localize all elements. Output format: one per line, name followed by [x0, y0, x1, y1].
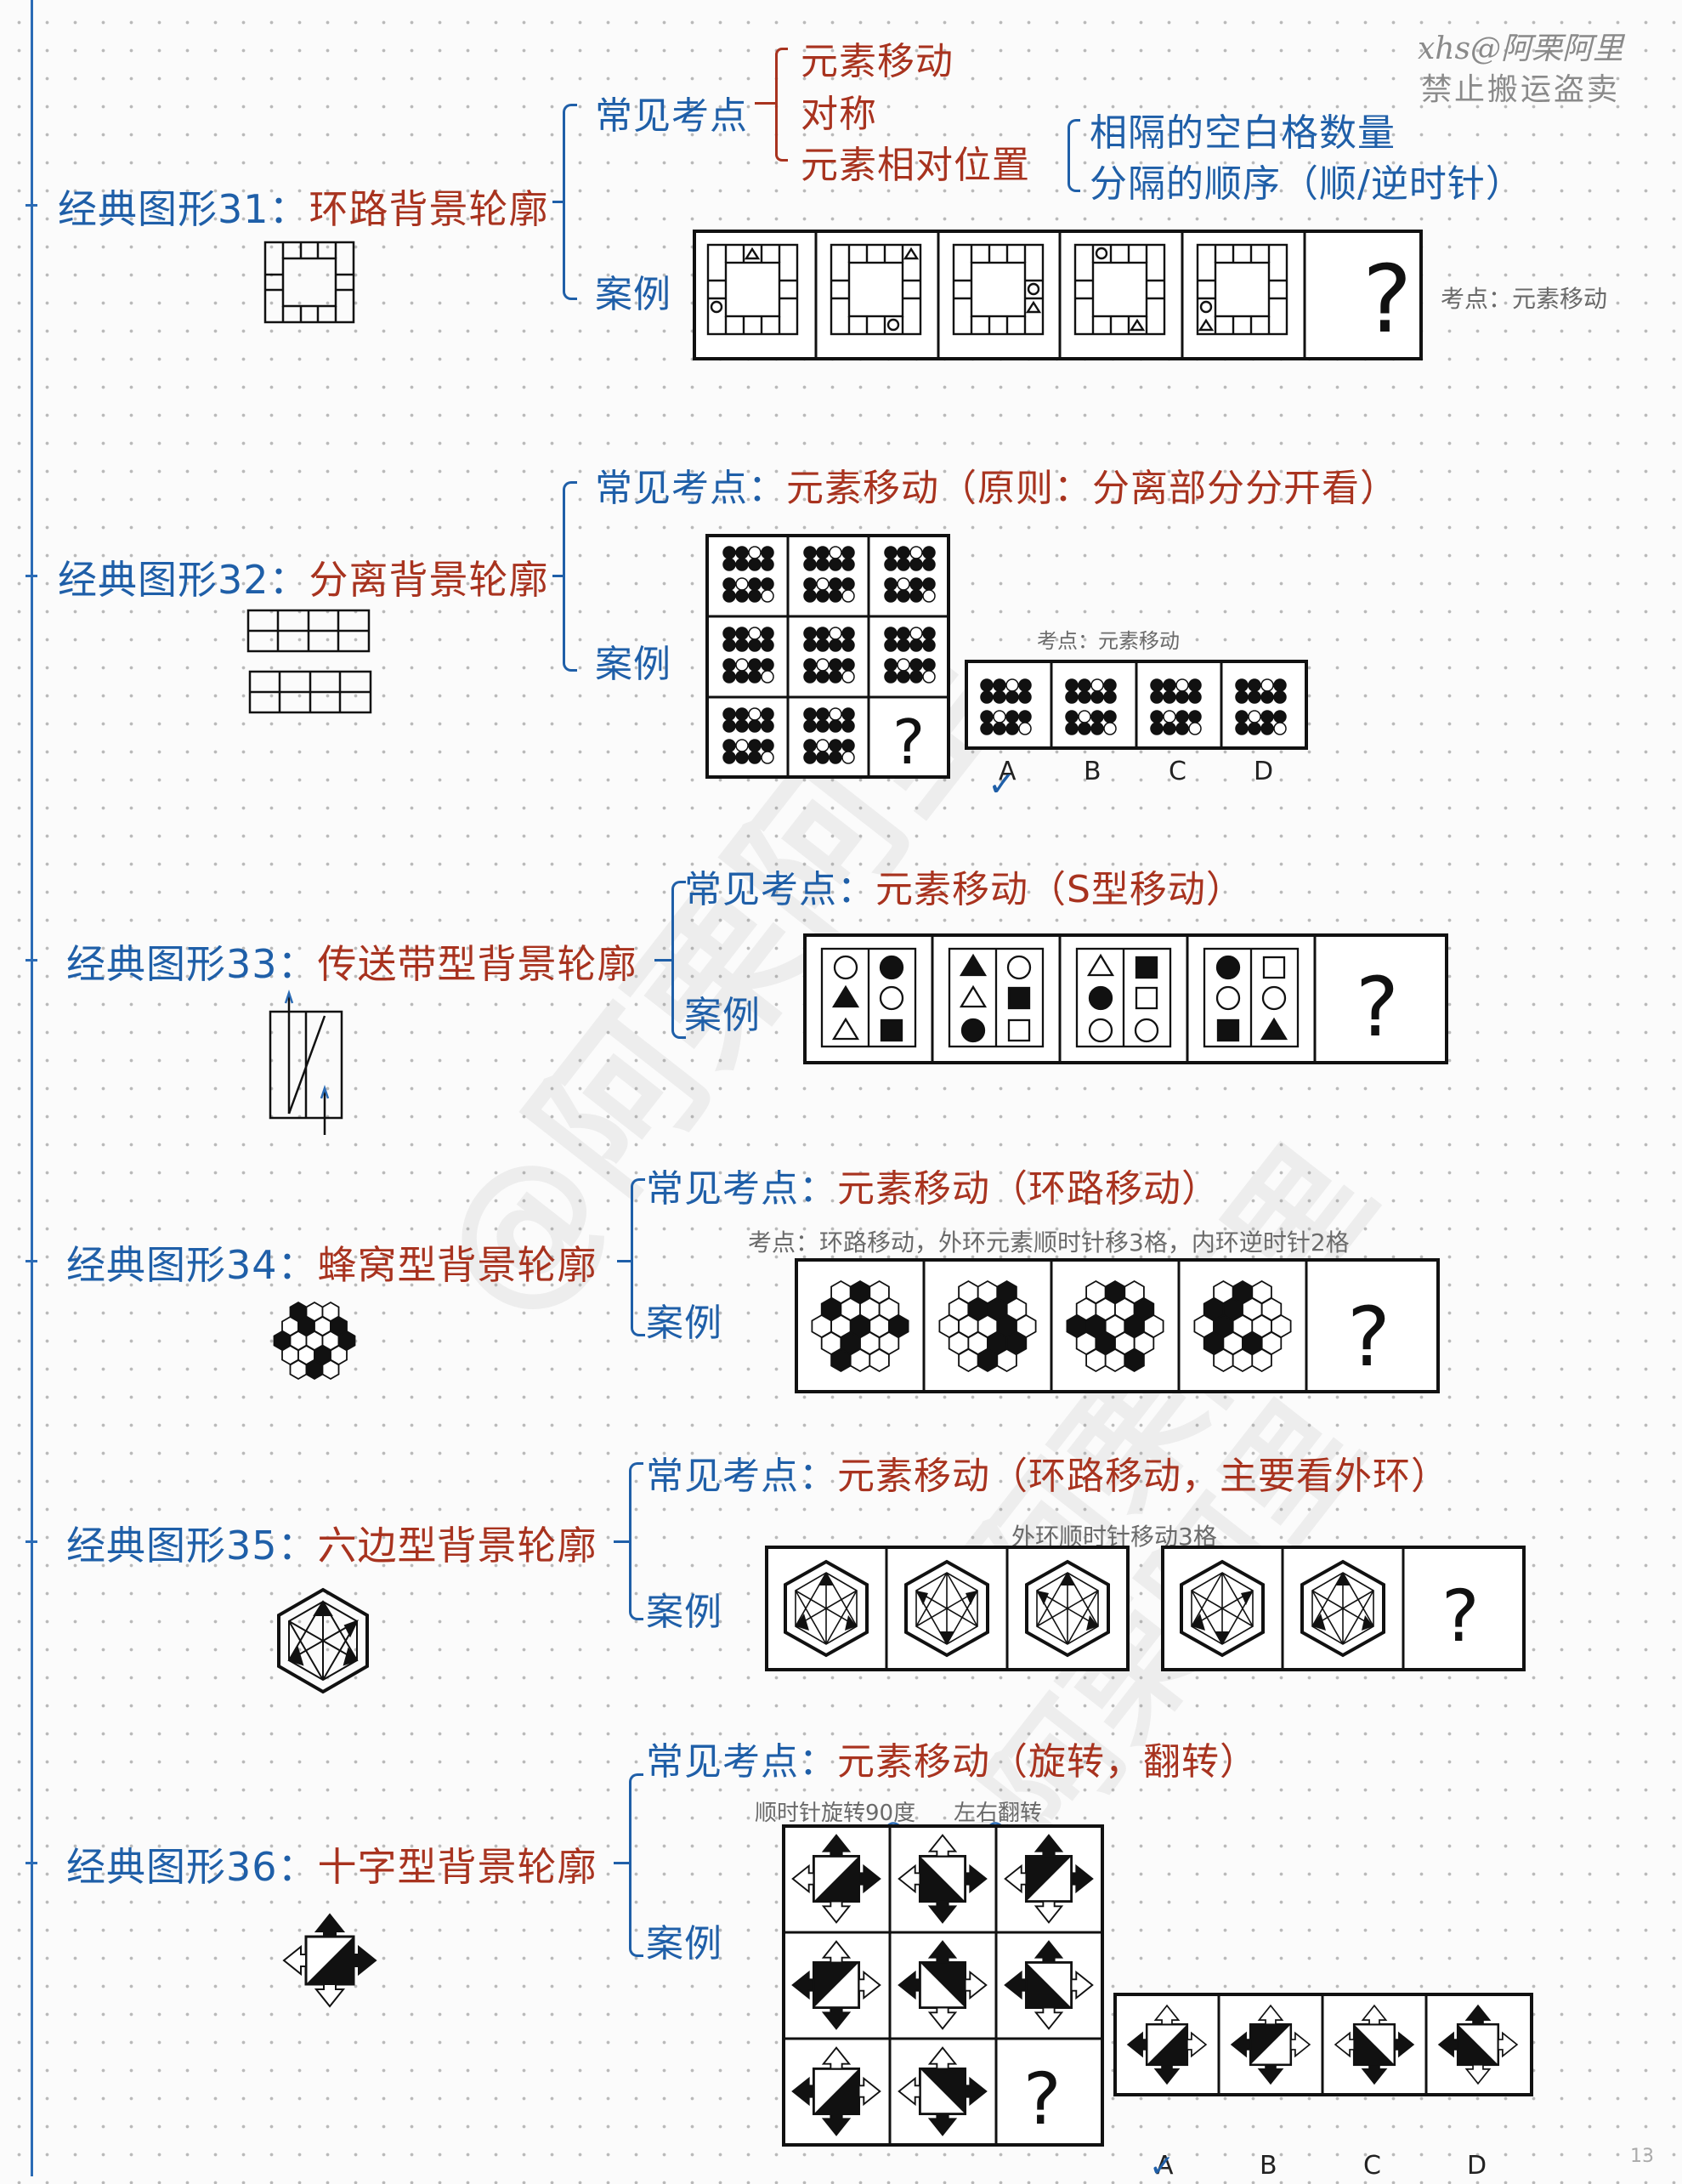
svg-text:?: ?	[1023, 2057, 1062, 2141]
common-points: 常见考点：元素移动（环路移动）	[646, 1167, 1220, 1211]
case-36-matrix: ?	[782, 1824, 1104, 2147]
bracket	[631, 1178, 645, 1336]
section-tick	[25, 204, 37, 207]
bracket-stem	[552, 201, 563, 203]
conveyor-icon	[269, 990, 343, 1135]
section-tick	[25, 1862, 37, 1864]
case-label: 案例	[646, 1922, 722, 1966]
point-item: 元素相对位置	[801, 144, 1030, 187]
section-tick	[25, 575, 37, 577]
section-32-title: 经典图形32：分离背景轮廓	[58, 557, 549, 603]
section-34-title: 经典图形34：蜂窝型背景轮廓	[66, 1242, 597, 1288]
case-32-matrix: ?	[705, 534, 950, 779]
common-points: 常见考点：元素移动（旋转，翻转）	[646, 1740, 1258, 1784]
bracket	[629, 1773, 643, 1957]
case-label: 案例	[684, 994, 761, 1037]
common-points: 常见考点：元素移动（原则：分离部分分开看）	[595, 467, 1398, 510]
correct-check-icon: ✓	[988, 765, 1017, 804]
svg-text:?: ?	[1356, 960, 1399, 1055]
bracket	[563, 104, 577, 300]
section-35-title: 经典图形35：六边型背景轮廓	[66, 1523, 597, 1569]
svg-text:?: ?	[1441, 1574, 1480, 1658]
case-label: 案例	[595, 643, 671, 686]
author-handle: xhs@阿栗阿里	[1418, 31, 1623, 66]
correct-check-icon: ✓	[1149, 2149, 1175, 2184]
bracket-stem	[755, 102, 775, 105]
point-item: 元素移动	[801, 40, 954, 83]
case-note: 考点：环路移动，外环元素顺时针移3格，内环逆时针2格	[748, 1228, 1350, 1257]
page-number: 13	[1630, 2146, 1654, 2167]
bracket-stem	[552, 575, 563, 577]
margin-line	[31, 0, 33, 2176]
section-tick	[25, 1260, 37, 1262]
bracket	[1068, 119, 1080, 192]
loop-grid-icon	[263, 241, 355, 324]
case-label: 案例	[646, 1302, 722, 1345]
case-note: 考点：元素移动	[1037, 629, 1180, 653]
bracket-stem	[617, 1260, 631, 1262]
bracket-stem	[654, 959, 671, 962]
sub-point-item: 相隔的空白格数量	[1090, 111, 1396, 155]
svg-text:?: ?	[1347, 1290, 1390, 1385]
section-33-title: 经典图形33：传送带型背景轮廓	[66, 941, 637, 987]
option-label: C	[1169, 757, 1186, 786]
svg-text:?: ?	[1362, 245, 1412, 354]
case-36-options	[1113, 1993, 1533, 2096]
case-35-figure: ?	[765, 1546, 1526, 1671]
common-points-label: 常见考点	[595, 94, 748, 138]
bracket	[775, 48, 788, 162]
sub-point-item: 分隔的顺序（顺/逆时针）	[1090, 162, 1524, 206]
option-label: B	[1084, 757, 1102, 786]
hexagon-icon	[277, 1587, 369, 1694]
point-item: 对称	[801, 93, 877, 136]
bracket-stem	[614, 1540, 629, 1543]
case-32-options	[965, 660, 1308, 750]
section-tick	[25, 1540, 37, 1543]
common-points: 常见考点：元素移动（S型移动）	[684, 868, 1244, 911]
case-34-figure: ?	[795, 1258, 1440, 1393]
bracket	[629, 1462, 643, 1620]
separated-grid-icon	[246, 609, 372, 714]
section-tick	[25, 959, 37, 962]
common-points: 常见考点：元素移动（环路移动，主要看外环）	[646, 1455, 1449, 1498]
bracket-stem	[614, 1862, 629, 1864]
section-36-title: 经典图形36：十字型背景轮廓	[66, 1844, 597, 1890]
svg-text:?: ?	[892, 706, 925, 778]
section-31-title: 经典图形31：环路背景轮廓	[58, 186, 549, 232]
honeycomb-icon	[273, 1302, 356, 1380]
no-repost-notice: 禁止搬运盗卖	[1421, 72, 1621, 107]
case-note: 考点：元素移动	[1441, 285, 1608, 313]
case-label: 案例	[646, 1591, 722, 1634]
cross-shape-icon	[282, 1913, 377, 2008]
case-31-figure: ?	[693, 230, 1423, 360]
option-label: D	[1254, 757, 1274, 786]
case-33-figure: ?	[803, 933, 1448, 1064]
case-label: 案例	[595, 273, 671, 316]
bracket	[563, 481, 577, 672]
